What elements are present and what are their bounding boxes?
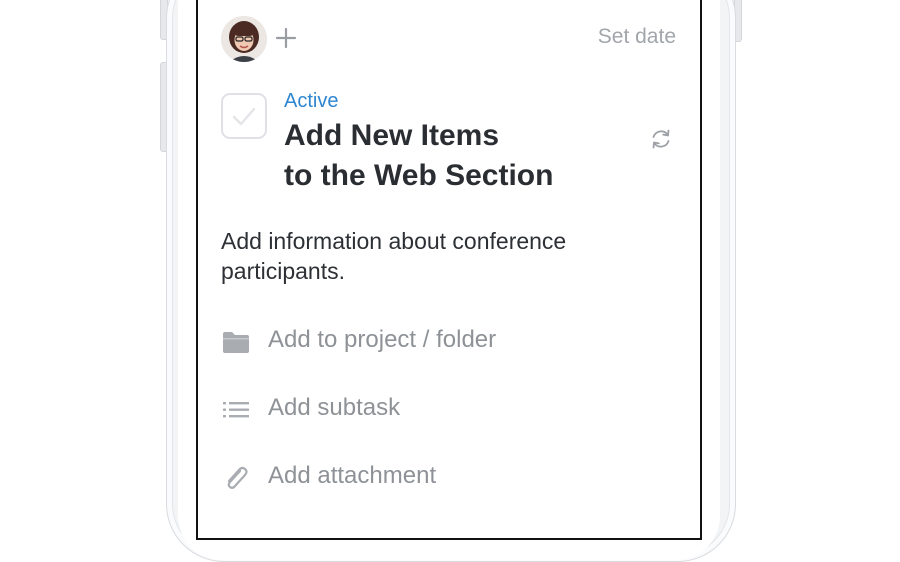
user-avatar[interactable] — [221, 16, 267, 62]
task-title[interactable]: Add New Items to the Web Section — [284, 116, 604, 196]
paperclip-icon — [221, 464, 251, 492]
add-to-project-row[interactable]: Add to project / folder — [221, 322, 681, 362]
add-subtask-label: Add subtask — [268, 394, 401, 421]
repeat-icon[interactable] — [648, 126, 674, 152]
task-description-line: participants. — [221, 258, 346, 284]
add-attachment-label: Add attachment — [268, 462, 437, 489]
add-subtask-row[interactable]: Add subtask — [221, 390, 681, 430]
task-status-label[interactable]: Active — [284, 90, 338, 113]
task-description[interactable]: Add information about conference partici… — [221, 226, 641, 286]
task-title-line: to the Web Section — [284, 159, 554, 192]
set-date-button[interactable]: Set date — [560, 25, 676, 49]
task-title-line: Add New Items — [284, 119, 500, 152]
list-icon — [221, 396, 251, 424]
add-member-plus-icon[interactable] — [274, 26, 298, 50]
add-to-project-label: Add to project / folder — [268, 326, 497, 353]
task-description-line: Add information about conference — [221, 228, 567, 254]
task-complete-checkbox[interactable] — [221, 93, 267, 139]
add-attachment-row[interactable]: Add attachment — [221, 458, 681, 498]
checkmark-icon — [232, 107, 256, 126]
folder-icon — [221, 328, 251, 356]
